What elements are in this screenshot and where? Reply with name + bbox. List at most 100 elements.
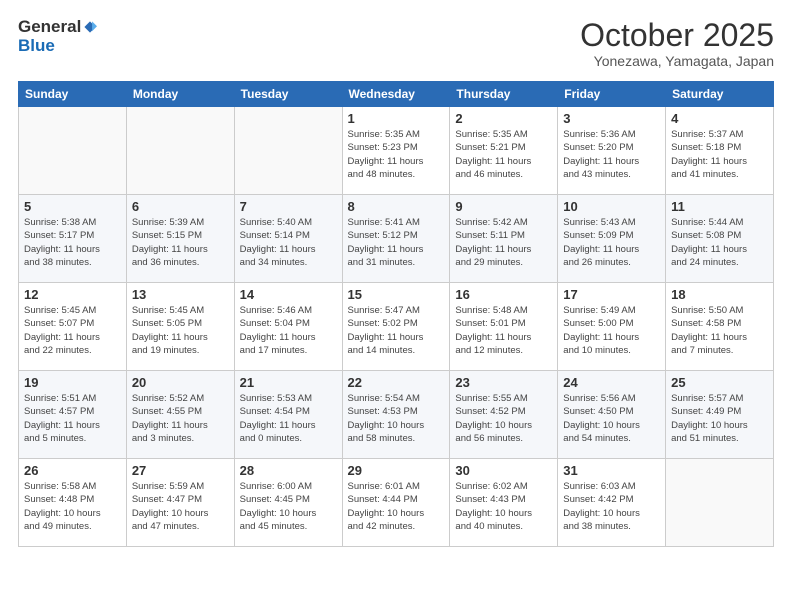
day-number: 7 [240, 199, 337, 214]
day-number: 5 [24, 199, 121, 214]
title-block: October 2025 Yonezawa, Yamagata, Japan [580, 18, 774, 69]
calendar-cell: 10Sunrise: 5:43 AM Sunset: 5:09 PM Dayli… [558, 195, 666, 283]
day-number: 17 [563, 287, 660, 302]
day-number: 15 [348, 287, 445, 302]
day-info: Sunrise: 6:03 AM Sunset: 4:42 PM Dayligh… [563, 480, 660, 533]
calendar-cell [19, 107, 127, 195]
day-info: Sunrise: 5:55 AM Sunset: 4:52 PM Dayligh… [455, 392, 552, 445]
day-info: Sunrise: 5:41 AM Sunset: 5:12 PM Dayligh… [348, 216, 445, 269]
day-info: Sunrise: 5:59 AM Sunset: 4:47 PM Dayligh… [132, 480, 229, 533]
weekday-header-row: Sunday Monday Tuesday Wednesday Thursday… [19, 82, 774, 107]
calendar-cell: 19 Sunrise: 5:51 AM Sunset: 4:57 PM Dayli… [19, 371, 127, 459]
day-info: Sunrise: 5:43 AM Sunset: 5:09 PM Dayligh… [563, 216, 660, 269]
day-info: Sunrise: 5:42 AM Sunset: 5:11 PM Dayligh… [455, 216, 552, 269]
day-number: 3 [563, 111, 660, 126]
calendar-cell: 22Sunrise: 5:54 AM Sunset: 4:53 PM Dayli… [342, 371, 450, 459]
calendar-cell: 21 Sunrise: 5:53 AM Sunset: 4:54 PM Dayli… [234, 371, 342, 459]
logo-general: General [18, 18, 81, 37]
page-container: General Blue October 2025 Yonezawa, Yama… [0, 0, 792, 557]
day-number: 27 [132, 463, 229, 478]
calendar-cell: 7 Sunrise: 5:40 AM Sunset: 5:14 PM Daylig… [234, 195, 342, 283]
day-info: Sunrise: 5:50 AM Sunset: 4:58 PM Dayligh… [671, 304, 768, 357]
day-number: 23 [455, 375, 552, 390]
day-info: Sunrise: 5:35 AM Sunset: 5:21 PM Dayligh… [455, 128, 552, 181]
day-number: 31 [563, 463, 660, 478]
calendar-cell: 23 Sunrise: 5:55 AM Sunset: 4:52 PM Dayli… [450, 371, 558, 459]
day-number: 20 [132, 375, 229, 390]
day-info: Sunrise: 6:00 AM Sunset: 4:45 PM Dayligh… [240, 480, 337, 533]
calendar-cell: 24 Sunrise: 5:56 AM Sunset: 4:50 PM Dayli… [558, 371, 666, 459]
calendar-cell: 6 Sunrise: 5:39 AM Sunset: 5:15 PM Daylig… [126, 195, 234, 283]
month-title: October 2025 [580, 18, 774, 53]
day-info: Sunrise: 5:48 AM Sunset: 5:01 PM Dayligh… [455, 304, 552, 357]
day-info: Sunrise: 5:57 AM Sunset: 4:49 PM Dayligh… [671, 392, 768, 445]
header-sunday: Sunday [19, 82, 127, 107]
day-number: 25 [671, 375, 768, 390]
header-friday: Friday [558, 82, 666, 107]
calendar-cell: 3 Sunrise: 5:36 AM Sunset: 5:20 PM Daylig… [558, 107, 666, 195]
calendar-cell: 8Sunrise: 5:41 AM Sunset: 5:12 PM Daylig… [342, 195, 450, 283]
day-number: 2 [455, 111, 552, 126]
header-tuesday: Tuesday [234, 82, 342, 107]
calendar-cell: 14Sunrise: 5:46 AM Sunset: 5:04 PM Dayli… [234, 283, 342, 371]
day-info: Sunrise: 5:45 AM Sunset: 5:07 PM Dayligh… [24, 304, 121, 357]
logo-blue: Blue [18, 37, 55, 56]
calendar-cell: 31 Sunrise: 6:03 AM Sunset: 4:42 PM Dayli… [558, 459, 666, 547]
calendar-week-1: 1Sunrise: 5:35 AM Sunset: 5:23 PM Daylig… [19, 107, 774, 195]
calendar-week-4: 19 Sunrise: 5:51 AM Sunset: 4:57 PM Dayli… [19, 371, 774, 459]
day-info: Sunrise: 5:36 AM Sunset: 5:20 PM Dayligh… [563, 128, 660, 181]
day-info: Sunrise: 5:56 AM Sunset: 4:50 PM Dayligh… [563, 392, 660, 445]
calendar-cell: 15 Sunrise: 5:47 AM Sunset: 5:02 PM Dayli… [342, 283, 450, 371]
calendar-cell: 29 Sunrise: 6:01 AM Sunset: 4:44 PM Dayli… [342, 459, 450, 547]
calendar-cell: 30Sunrise: 6:02 AM Sunset: 4:43 PM Dayli… [450, 459, 558, 547]
calendar-cell: 26 Sunrise: 5:58 AM Sunset: 4:48 PM Dayli… [19, 459, 127, 547]
calendar-cell: 16Sunrise: 5:48 AM Sunset: 5:01 PM Dayli… [450, 283, 558, 371]
day-info: Sunrise: 5:39 AM Sunset: 5:15 PM Dayligh… [132, 216, 229, 269]
header: General Blue October 2025 Yonezawa, Yama… [18, 18, 774, 69]
location-subtitle: Yonezawa, Yamagata, Japan [580, 53, 774, 69]
day-info: Sunrise: 5:51 AM Sunset: 4:57 PM Dayligh… [24, 392, 121, 445]
day-number: 18 [671, 287, 768, 302]
calendar-cell: 2 Sunrise: 5:35 AM Sunset: 5:21 PM Daylig… [450, 107, 558, 195]
day-info: Sunrise: 5:37 AM Sunset: 5:18 PM Dayligh… [671, 128, 768, 181]
day-info: Sunrise: 5:45 AM Sunset: 5:05 PM Dayligh… [132, 304, 229, 357]
day-number: 1 [348, 111, 445, 126]
calendar-cell: 13Sunrise: 5:45 AM Sunset: 5:05 PM Dayli… [126, 283, 234, 371]
calendar-cell: 12 Sunrise: 5:45 AM Sunset: 5:07 PM Dayli… [19, 283, 127, 371]
header-saturday: Saturday [666, 82, 774, 107]
calendar-table: Sunday Monday Tuesday Wednesday Thursday… [18, 81, 774, 547]
calendar-cell: 17 Sunrise: 5:49 AM Sunset: 5:00 PM Dayli… [558, 283, 666, 371]
day-number: 12 [24, 287, 121, 302]
calendar-cell: 1Sunrise: 5:35 AM Sunset: 5:23 PM Daylig… [342, 107, 450, 195]
day-info: Sunrise: 5:44 AM Sunset: 5:08 PM Dayligh… [671, 216, 768, 269]
calendar-cell: 4 Sunrise: 5:37 AM Sunset: 5:18 PM Daylig… [666, 107, 774, 195]
day-info: Sunrise: 5:58 AM Sunset: 4:48 PM Dayligh… [24, 480, 121, 533]
day-number: 6 [132, 199, 229, 214]
day-info: Sunrise: 6:01 AM Sunset: 4:44 PM Dayligh… [348, 480, 445, 533]
day-number: 26 [24, 463, 121, 478]
calendar-cell [234, 107, 342, 195]
day-info: Sunrise: 6:02 AM Sunset: 4:43 PM Dayligh… [455, 480, 552, 533]
day-number: 4 [671, 111, 768, 126]
day-number: 24 [563, 375, 660, 390]
calendar-week-3: 12 Sunrise: 5:45 AM Sunset: 5:07 PM Dayli… [19, 283, 774, 371]
day-number: 9 [455, 199, 552, 214]
day-info: Sunrise: 5:47 AM Sunset: 5:02 PM Dayligh… [348, 304, 445, 357]
day-number: 22 [348, 375, 445, 390]
calendar-cell: 20Sunrise: 5:52 AM Sunset: 4:55 PM Dayli… [126, 371, 234, 459]
calendar-cell: 5Sunrise: 5:38 AM Sunset: 5:17 PM Daylig… [19, 195, 127, 283]
day-number: 29 [348, 463, 445, 478]
calendar-cell [666, 459, 774, 547]
day-number: 14 [240, 287, 337, 302]
day-info: Sunrise: 5:53 AM Sunset: 4:54 PM Dayligh… [240, 392, 337, 445]
day-info: Sunrise: 5:40 AM Sunset: 5:14 PM Dayligh… [240, 216, 337, 269]
calendar-cell: 27 Sunrise: 5:59 AM Sunset: 4:47 PM Dayli… [126, 459, 234, 547]
calendar-cell [126, 107, 234, 195]
logo: General Blue [18, 18, 97, 55]
day-number: 21 [240, 375, 337, 390]
day-number: 19 [24, 375, 121, 390]
day-info: Sunrise: 5:49 AM Sunset: 5:00 PM Dayligh… [563, 304, 660, 357]
logo-icon [83, 20, 97, 34]
day-number: 28 [240, 463, 337, 478]
header-wednesday: Wednesday [342, 82, 450, 107]
